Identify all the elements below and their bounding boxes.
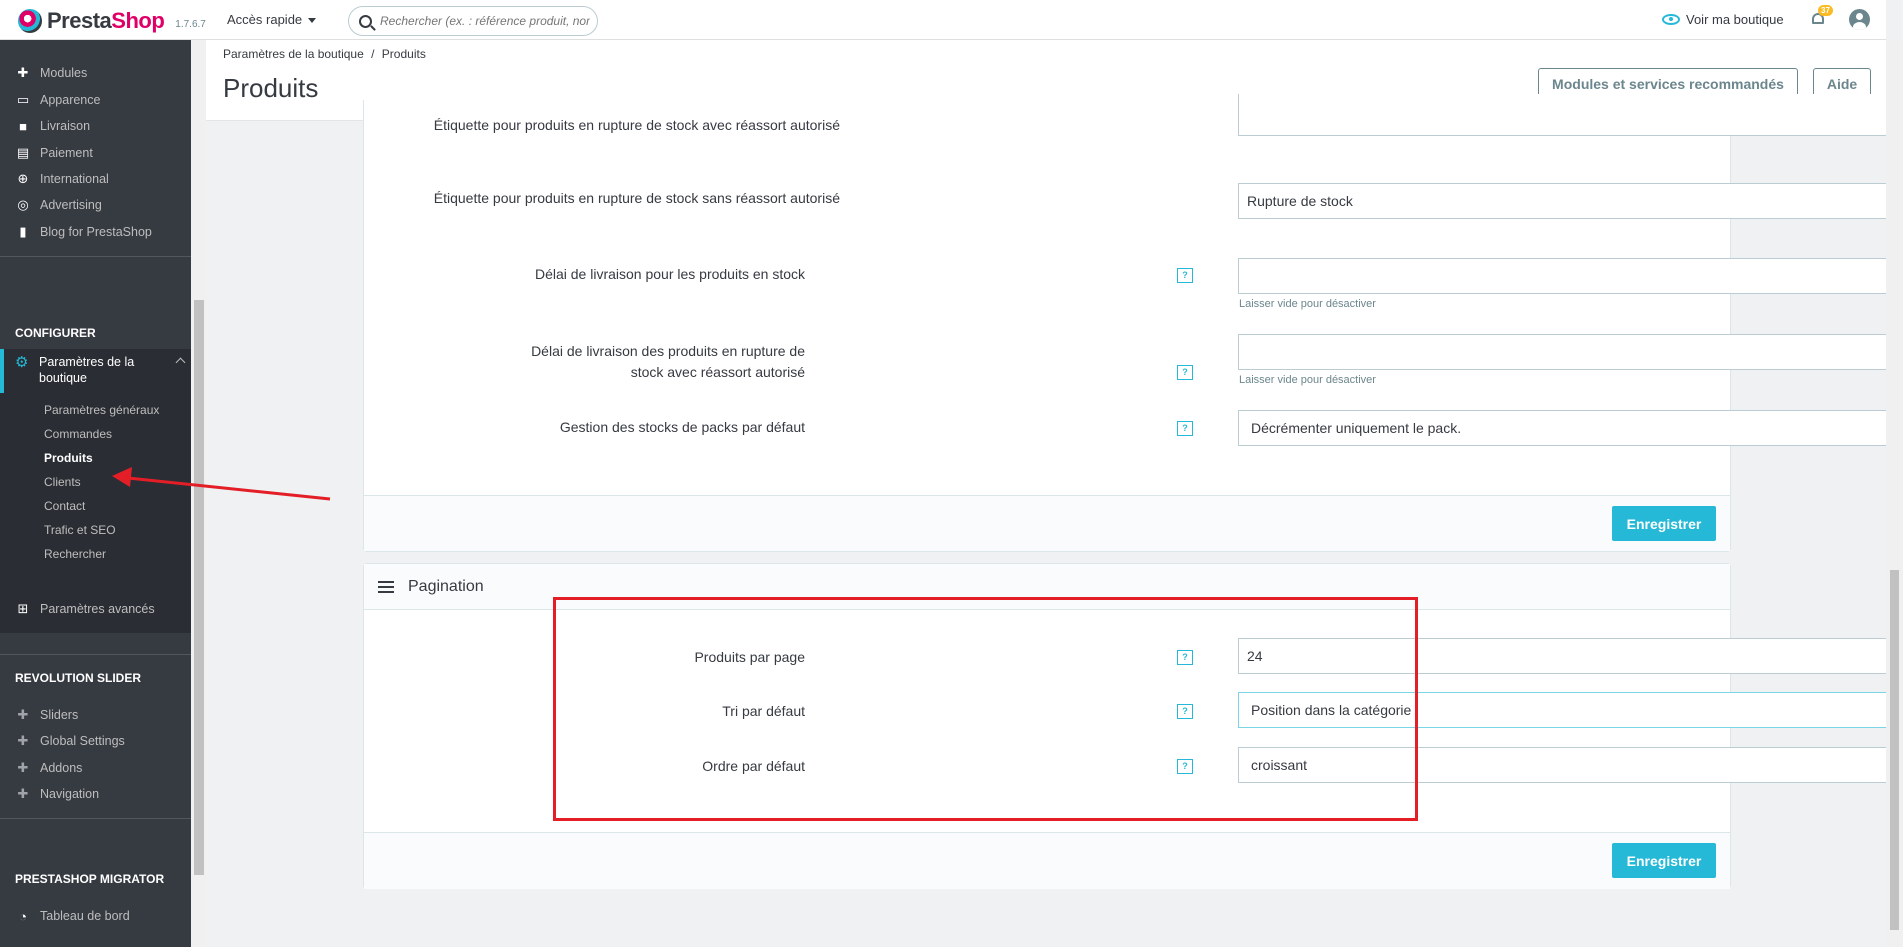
sidebar-subitem-products[interactable]: Produits (44, 451, 93, 465)
sidebar-subitem-general[interactable]: Paramètres généraux (44, 403, 159, 417)
sidebar: ✚ Modules ▭ Apparence ■ Livraison ▤ Paiement… (0, 40, 191, 947)
pagination-panel-footer: Enregistrer (364, 832, 1730, 889)
sidebar-item-shop-parameters[interactable]: ⚙ Paramètres de la boutique (0, 349, 191, 393)
notifications-button[interactable]: 37 (1810, 5, 1833, 28)
sidebar-subitem-traffic-seo[interactable]: Trafic et SEO (44, 523, 116, 537)
search-box[interactable] (348, 6, 598, 36)
hint-delivery-delay-oos: Laisser vide pour désactiver (1239, 374, 1376, 386)
globe-icon: ⊕ (17, 171, 29, 186)
sidebar-subitem-orders[interactable]: Commandes (44, 427, 112, 441)
eye-icon (1662, 14, 1680, 25)
sidebar-item-shipping[interactable]: ■ Livraison (0, 113, 191, 139)
help-icon[interactable]: ? (1177, 365, 1193, 380)
label-delivery-delay-oos: Délai de livraison des produits en ruptu… (531, 343, 805, 380)
sidebar-scrollbar-thumb[interactable] (194, 300, 204, 875)
puzzle-icon: ✚ (17, 760, 29, 775)
delivery-delay-in-stock-input[interactable] (1238, 258, 1903, 294)
page-scrollbar-thumb[interactable] (1890, 570, 1899, 930)
version-label: 1.7.6.7 (175, 18, 206, 30)
notifications-badge: 37 (1818, 5, 1833, 16)
pagination-title: Pagination (408, 577, 484, 595)
hint-delivery-delay-in-stock: Laisser vide pour désactiver (1239, 298, 1376, 310)
label-oos-allowed: Étiquette pour produits en rupture de st… (433, 117, 840, 133)
oos-allowed-input[interactable] (1238, 94, 1903, 136)
pack-stock-select[interactable]: Décrémenter uniquement le pack. (1238, 410, 1903, 446)
sidebar-divider (0, 256, 191, 257)
target-icon: ◎ (17, 197, 29, 212)
sidebar-divider (0, 654, 191, 655)
view-shop-link[interactable]: Voir ma boutique (1662, 12, 1784, 27)
help-icon[interactable]: ? (1177, 421, 1193, 436)
sidebar-subitem-contact[interactable]: Contact (44, 499, 85, 513)
sidebar-item-international[interactable]: ⊕ International (0, 166, 191, 192)
sidebar-heading-configure: CONFIGURER (15, 326, 96, 340)
puzzle-icon: ✚ (17, 707, 29, 722)
sidebar-heading-revolution-slider: REVOLUTION SLIDER (15, 671, 142, 685)
document-icon: ▮ (19, 224, 27, 239)
label-pack-stock: Gestion des stocks de packs par défaut (559, 419, 805, 435)
monitor-icon: ▭ (16, 92, 30, 107)
annotation-highlight-box (553, 597, 1418, 821)
truck-icon: ■ (19, 118, 27, 134)
search-input[interactable] (380, 14, 590, 28)
page-scrollbar[interactable] (1886, 40, 1903, 947)
sidebar-item-sliders[interactable]: ✚ Sliders (0, 702, 191, 728)
save-stock-button[interactable]: Enregistrer (1612, 506, 1716, 541)
sidebar-item-global-settings[interactable]: ✚ Global Settings (0, 728, 191, 754)
list-icon (378, 580, 394, 593)
quick-access-dropdown[interactable]: Accès rapide (227, 12, 316, 27)
dashboard-icon: ◔ (19, 908, 27, 924)
puzzle-icon: ✚ (17, 733, 29, 748)
breadcrumb-current[interactable]: Produits (382, 47, 426, 61)
credit-card-icon: ▤ (16, 145, 30, 160)
delivery-delay-oos-input[interactable] (1238, 334, 1903, 370)
top-bar: PrestaShop 1.7.6.7 Accès rapide Voir ma … (0, 0, 1886, 40)
sidebar-heading-migrator: PRESTASHOP MIGRATOR (15, 872, 165, 886)
sidebar-item-payment[interactable]: ▤ Paiement (0, 140, 191, 166)
sidebar-item-addons[interactable]: ✚ Addons (0, 755, 191, 781)
oos-denied-input[interactable]: Rupture de stock (1238, 183, 1903, 219)
label-delivery-delay-in-stock: Délai de livraison pour les produits en … (534, 266, 805, 282)
puzzle-icon: ✚ (17, 65, 29, 80)
sidebar-item-navigation[interactable]: ✚ Navigation (0, 781, 191, 807)
sidebar-item-blog[interactable]: ▮ Blog for PrestaShop (0, 219, 191, 245)
sidebar-scrollbar[interactable] (192, 40, 206, 947)
help-icon[interactable]: ? (1177, 268, 1193, 283)
breadcrumb-parent[interactable]: Paramètres de la boutique (223, 47, 364, 61)
chevron-up-icon (175, 357, 186, 368)
breadcrumb: Paramètres de la boutique / Produits (223, 47, 426, 61)
puzzle-icon: ✚ (17, 786, 29, 801)
user-account-icon[interactable] (1849, 9, 1870, 30)
prestashop-logo-icon (18, 9, 42, 33)
sidebar-item-advanced-parameters[interactable]: ⊞ Paramètres avancés (0, 596, 191, 622)
sidebar-item-modules[interactable]: ✚ Modules (0, 60, 191, 86)
sidebar-item-appearance[interactable]: ▭ Apparence (0, 87, 191, 113)
sidebar-subitem-customers[interactable]: Clients (44, 475, 81, 489)
save-pagination-button[interactable]: Enregistrer (1612, 843, 1716, 878)
search-icon (359, 14, 372, 28)
sidebar-subitem-search[interactable]: Rechercher (44, 547, 106, 561)
page-title: Produits (223, 73, 319, 103)
prestashop-logo[interactable]: PrestaShop 1.7.6.7 (18, 8, 206, 34)
sidebar-item-advertising[interactable]: ◎ Advertising (0, 192, 191, 218)
advanced-settings-icon: ⊞ (17, 601, 29, 616)
sidebar-item-dashboard[interactable]: ◔ Tableau de bord (0, 903, 191, 929)
stock-settings-panel: Étiquette pour produits en rupture de st… (363, 94, 1903, 552)
breadcrumb-separator: / (371, 47, 375, 61)
sidebar-divider (0, 818, 191, 819)
stock-panel-footer: Enregistrer (364, 495, 1730, 551)
label-oos-denied: Étiquette pour produits en rupture de st… (433, 190, 840, 206)
gear-icon: ⚙ (15, 354, 29, 371)
